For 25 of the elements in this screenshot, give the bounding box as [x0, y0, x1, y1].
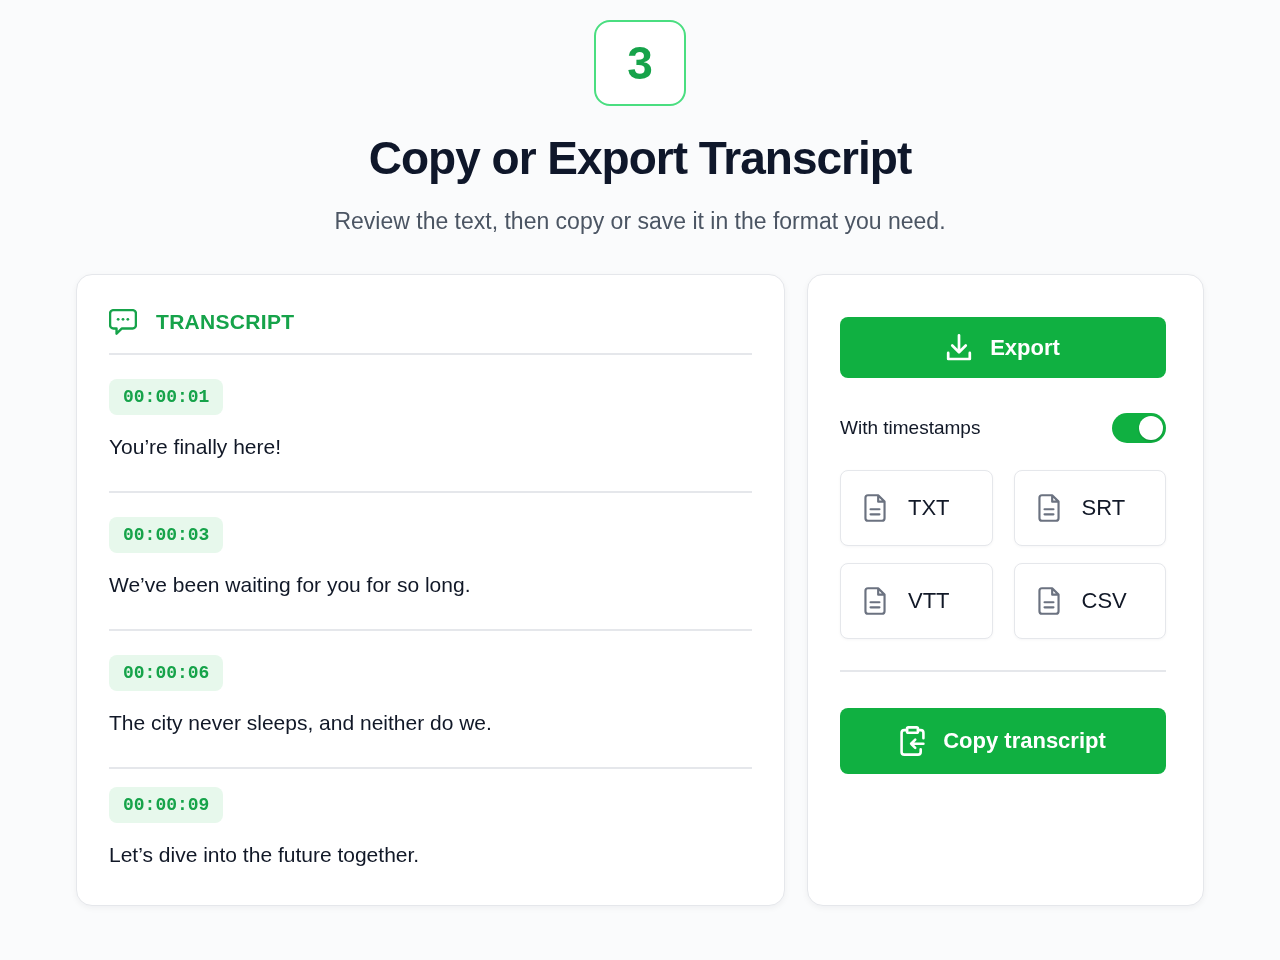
- format-option[interactable]: CSV: [1013, 563, 1166, 639]
- document-icon: [864, 494, 886, 522]
- timestamp-tag: 00:00:06: [109, 655, 224, 691]
- document-icon: [1037, 494, 1060, 522]
- toggle-label: With timestamps: [840, 417, 981, 439]
- document-icon: [864, 587, 886, 615]
- format-option[interactable]: VTT: [840, 563, 993, 639]
- download-icon: [946, 334, 973, 361]
- timestamp-tag: 00:00:09: [109, 787, 224, 823]
- format-option[interactable]: TXT: [840, 470, 993, 546]
- timestamp-tag: 00:00:03: [109, 517, 224, 553]
- transcript-line: We’ve been waiting for you for so long.: [109, 572, 471, 598]
- document-icon: [1037, 587, 1060, 615]
- page-subtitle: Review the text, then copy or save it in the format you need.: [334, 207, 946, 236]
- transcript-line: You’re finally here!: [109, 434, 281, 460]
- format-option[interactable]: SRT: [1013, 470, 1166, 546]
- timestamp-tag: 00:00:01: [109, 379, 224, 415]
- step-number-tile: 3: [594, 20, 686, 106]
- section-heading: TRANSCRIPT: [156, 310, 295, 334]
- clipboard-arrow-icon: [900, 726, 926, 756]
- transcript-line: The city never sleeps, and neither do we.: [109, 710, 492, 736]
- chat-bubble-icon: [109, 309, 137, 335]
- page-title: Copy or Export Transcript: [368, 131, 912, 186]
- transcript-line: Let’s dive into the future together.: [109, 842, 420, 868]
- toggle-switch[interactable]: [1112, 413, 1166, 443]
